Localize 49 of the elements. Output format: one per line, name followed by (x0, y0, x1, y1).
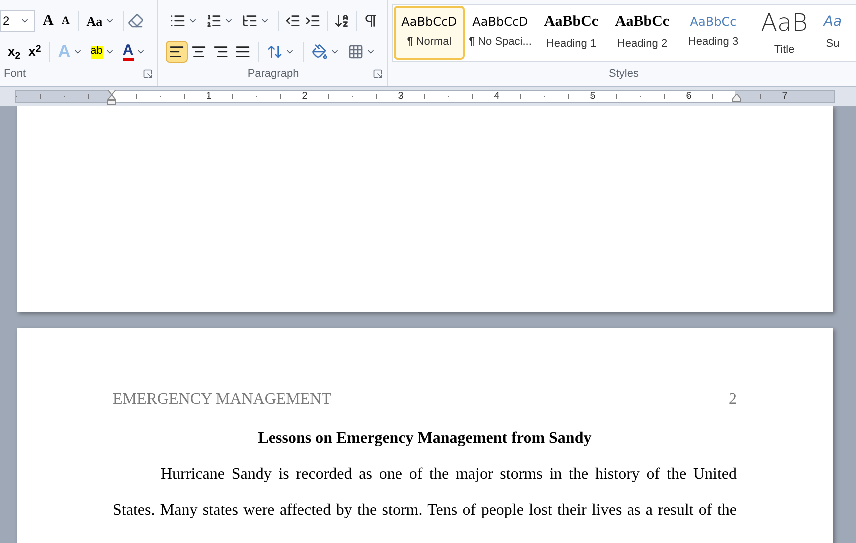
ruler-number: 7 (781, 91, 789, 102)
body-paragraph: Hurricane Sandy is recorded as one of the major storms in the history of the United States. Many states were affected by the storm. Tens of people lost their lives as a result of the (113, 465, 737, 521)
ruler-number: 3 (397, 91, 405, 102)
group-label: Paragraph (248, 66, 300, 82)
line-spacing-icon (267, 44, 283, 60)
font-size-field[interactable]: 2 (0, 10, 35, 32)
shrink-font-button[interactable]: A (58, 9, 74, 34)
increase-indent-icon[interactable] (305, 13, 321, 30)
style-item[interactable]: Aa Su (820, 6, 846, 60)
ruler-number: 4 (493, 91, 501, 102)
dialog-launcher-icon[interactable] (373, 68, 383, 79)
sort-icon[interactable] (334, 13, 350, 30)
style-item[interactable]: AaBbCcD ¶ Normal (394, 6, 465, 60)
change-case-button[interactable]: Aa (82, 9, 119, 34)
style-item[interactable]: AaBbCc Heading 2 (607, 6, 678, 60)
borders-icon (348, 44, 364, 60)
alignment-icon (213, 44, 229, 60)
multilevel-list-icon (242, 13, 258, 30)
ruler-number: 5 (589, 91, 597, 102)
numbered-list-icon (206, 13, 222, 30)
alignment-icon (191, 44, 207, 60)
dialog-launcher-icon[interactable] (143, 68, 153, 79)
alignment-icon (235, 44, 251, 60)
document-title: Lessons on Emergency Management from Sandy (257, 429, 593, 449)
ruler-number: 1 (205, 91, 213, 102)
bulleted-list-icon (170, 13, 186, 30)
style-item[interactable]: AaBbCc Heading 3 (678, 6, 749, 60)
ruler-number: 6 (685, 91, 693, 102)
font-color-button[interactable]: A (118, 40, 150, 64)
group-label: Font (4, 66, 26, 82)
align-button[interactable] (166, 41, 188, 64)
right-indent-marker-icon[interactable] (732, 94, 742, 103)
clear-formatting-icon[interactable] (128, 13, 144, 30)
decrease-indent-icon[interactable] (285, 13, 301, 30)
page-header: EMERGENCY MANAGEMENT (113, 390, 332, 410)
paint-bucket-icon (312, 44, 328, 60)
ruler-number: 2 (301, 91, 309, 102)
page-number: 2 (729, 390, 737, 410)
indent-marker-icon[interactable] (107, 90, 117, 106)
group-label: Styles (609, 66, 639, 82)
grow-font-button[interactable]: A (39, 9, 58, 34)
highlight-button[interactable]: ab (86, 40, 119, 64)
alignment-icon (169, 44, 185, 60)
subscript-button[interactable]: x$_{2}$ (4, 40, 25, 64)
pilcrow-icon[interactable] (363, 13, 379, 30)
superscript-button[interactable]: x$^{2}$ (24, 40, 46, 64)
style-item[interactable]: AaB Title (749, 6, 820, 60)
style-item[interactable]: AaBbCc Heading 1 (536, 6, 607, 60)
style-item[interactable]: AaBbCcD ¶ No Spaci... (465, 6, 536, 60)
